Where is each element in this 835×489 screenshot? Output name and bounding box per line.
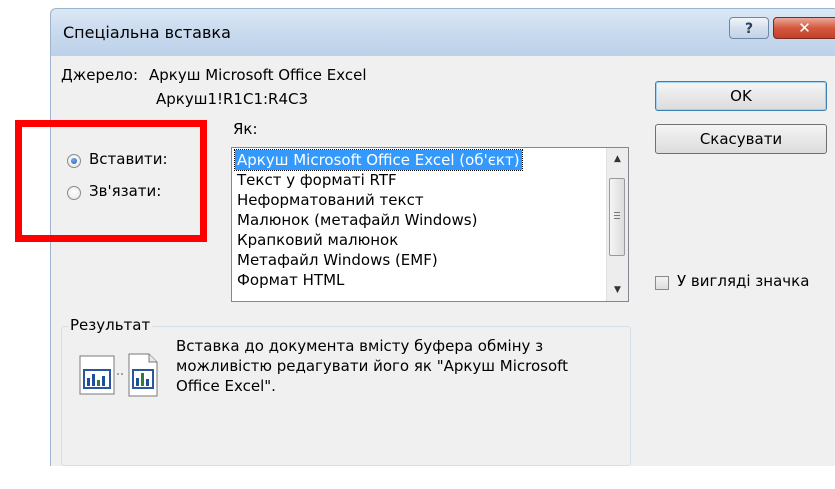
chevron-up-icon[interactable]: ▲: [607, 150, 628, 168]
result-line: Вставка до документа вмісту буфера обмін…: [176, 337, 544, 355]
result-line: Office Excel".: [176, 377, 276, 395]
ok-button[interactable]: OK: [655, 81, 827, 111]
source-app: Аркуш Microsoft Office Excel: [149, 66, 367, 84]
source-range: Аркуш1!R1C1:R4C3: [156, 90, 309, 108]
list-item[interactable]: Малюнок (метафайл Windows): [235, 210, 479, 230]
as-label: Як:: [233, 120, 258, 138]
dialog-title: Спеціальна вставка: [63, 23, 231, 42]
result-description: Вставка до документа вмісту буфера обмін…: [176, 336, 568, 396]
list-item[interactable]: Метафайл Windows (EMF): [235, 250, 440, 270]
help-button[interactable]: ?: [729, 17, 769, 39]
display-as-icon-checkbox[interactable]: [655, 276, 669, 290]
result-line: можливістю редагувати його як "Аркуш Mic…: [176, 357, 569, 375]
display-as-icon-label[interactable]: У вигляді значка: [677, 272, 809, 290]
list-item[interactable]: Неформатований текст: [235, 190, 426, 210]
format-listbox[interactable]: Аркуш Microsoft Office Excel (об'єкт) Те…: [231, 147, 629, 302]
close-button[interactable]: ✕: [773, 17, 835, 39]
grip-line: [614, 218, 620, 219]
list-item[interactable]: Формат HTML: [235, 270, 346, 290]
highlight-box: [15, 120, 207, 242]
excel-chart-icon: [79, 353, 158, 397]
format-scrollbar[interactable]: ▲ ▼: [606, 148, 628, 301]
scrollbar-thumb[interactable]: [609, 178, 625, 256]
source-label: Джерело:: [61, 66, 139, 84]
dialog-titlebar: Спеціальна вставка ? ✕: [50, 8, 835, 57]
list-item[interactable]: Аркуш Microsoft Office Excel (об'єкт): [234, 149, 523, 171]
cancel-button[interactable]: Скасувати: [655, 124, 827, 154]
grip-line: [614, 215, 620, 216]
list-item[interactable]: Текст у форматі RTF: [235, 170, 399, 190]
list-item[interactable]: Крапковий малюнок: [235, 230, 400, 250]
dialog-body: Джерело: Аркуш Microsoft Office Excel Ар…: [50, 56, 835, 466]
result-title: Результат: [68, 316, 153, 334]
grip-line: [614, 212, 620, 213]
chevron-down-icon[interactable]: ▼: [607, 281, 628, 299]
